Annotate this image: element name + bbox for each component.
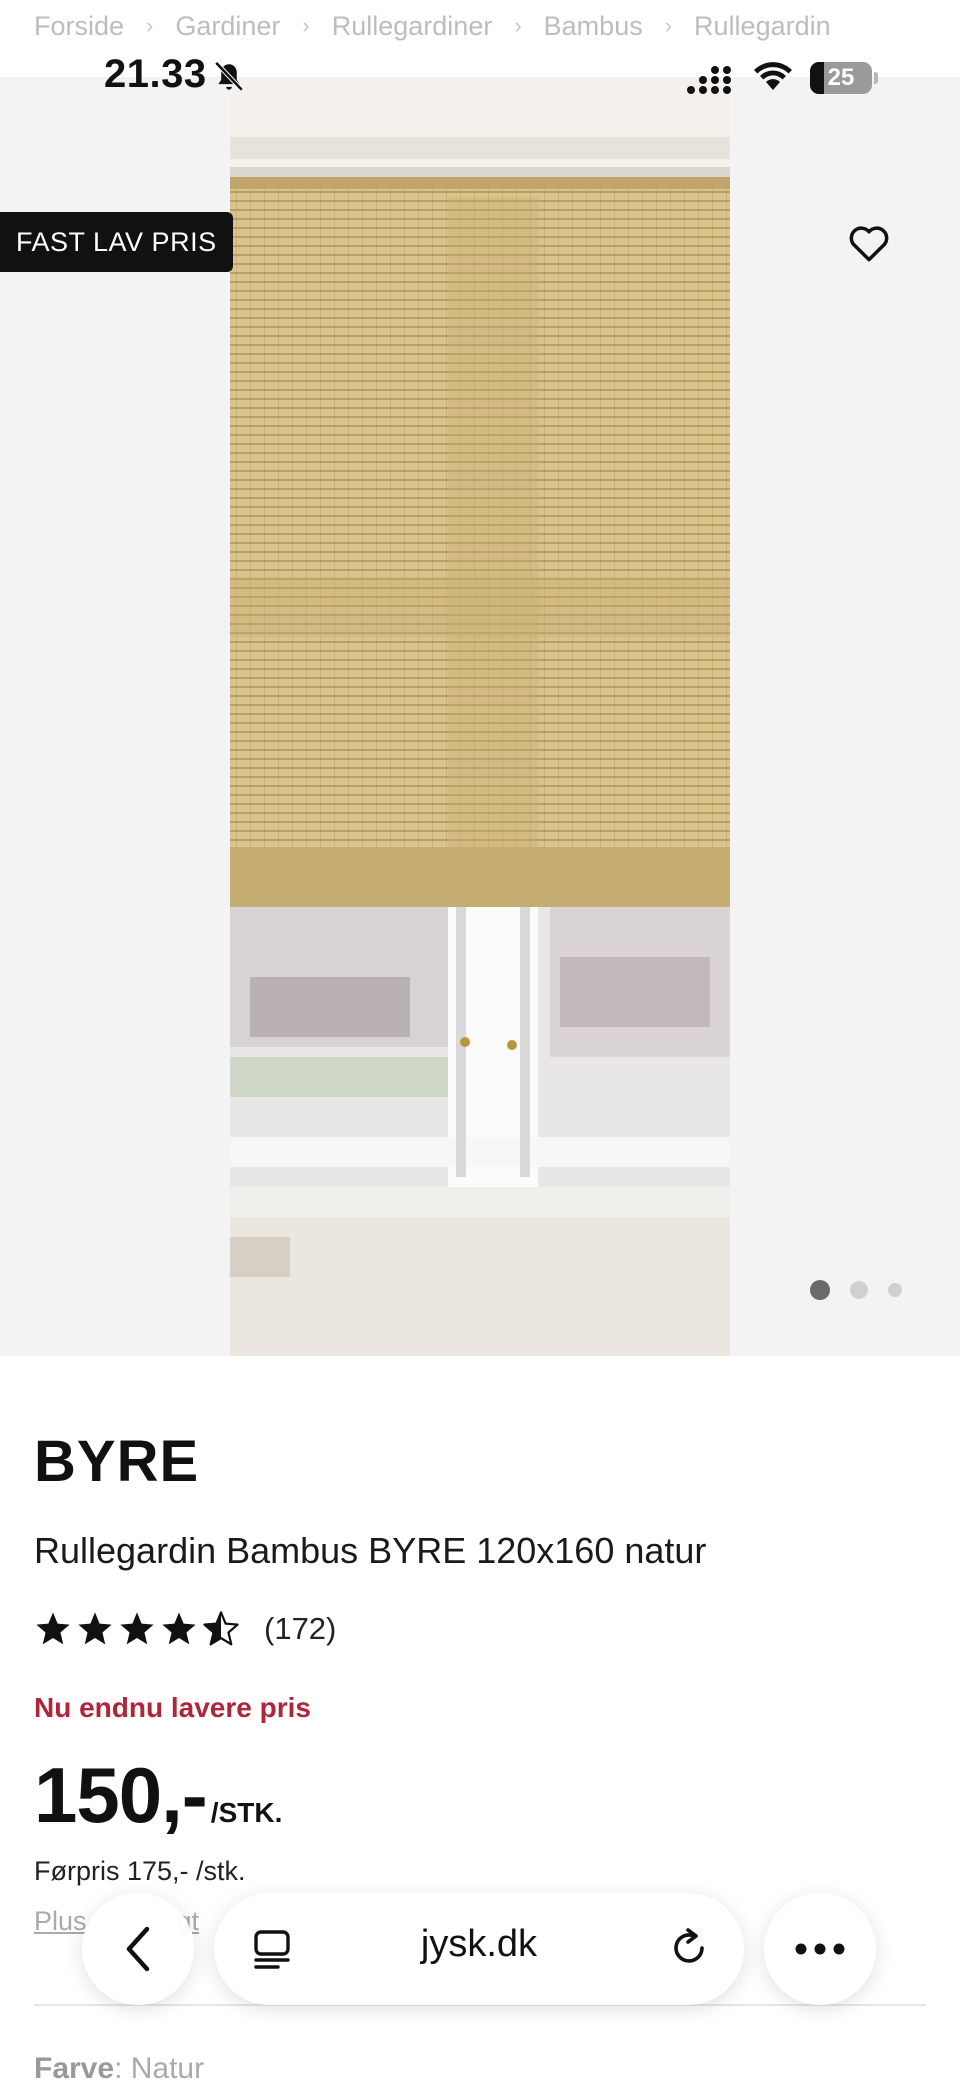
more-button[interactable] bbox=[764, 1893, 876, 2005]
signal-icon bbox=[687, 66, 731, 94]
previous-price: Førpris 175,- /stk. bbox=[34, 1856, 246, 1886]
breadcrumb-item[interactable]: Forside bbox=[34, 11, 124, 42]
breadcrumb-item[interactable]: Rullegardin bbox=[694, 11, 831, 42]
chevron-right-icon: › bbox=[664, 13, 673, 38]
price-badge: FAST LAV PRIS bbox=[0, 212, 233, 272]
address-bar[interactable]: jysk.dk bbox=[214, 1893, 744, 2005]
pagination-dot[interactable] bbox=[888, 1283, 902, 1297]
gallery-pagination bbox=[810, 1280, 902, 1300]
product-gallery[interactable]: FAST LAV PRIS bbox=[0, 77, 960, 1356]
pagination-dot[interactable] bbox=[850, 1281, 868, 1299]
chevron-right-icon: › bbox=[302, 13, 310, 38]
back-icon bbox=[126, 1926, 150, 1972]
product-rating[interactable]: (172) bbox=[34, 1610, 336, 1648]
battery-icon: 25 bbox=[810, 62, 872, 94]
battery-level: 25 bbox=[827, 64, 855, 91]
color-value: : Natur bbox=[114, 2052, 205, 2085]
status-time: 21.33 bbox=[104, 52, 207, 96]
chevron-right-icon: › bbox=[514, 13, 522, 38]
breadcrumb-item[interactable]: Rullegardiner bbox=[332, 11, 493, 42]
price-value: 150,- bbox=[34, 1751, 208, 1839]
breadcrumb-item[interactable]: Gardiner bbox=[175, 11, 280, 42]
product-image[interactable] bbox=[230, 77, 730, 1356]
review-count[interactable]: (172) bbox=[264, 1611, 336, 1647]
url-domain[interactable]: jysk.dk bbox=[214, 1923, 744, 1966]
heart-icon[interactable] bbox=[848, 223, 890, 263]
breadcrumb-item[interactable]: Bambus bbox=[544, 11, 643, 42]
breadcrumb: Forside › Gardiner › Rullegardiner › Bam… bbox=[34, 6, 960, 46]
chevron-right-icon: › bbox=[146, 13, 154, 38]
price-unit: /STK. bbox=[210, 1797, 283, 1828]
back-button[interactable] bbox=[82, 1893, 194, 2005]
price: 150,- /STK. bbox=[34, 1750, 282, 1841]
star-half-icon bbox=[203, 1611, 239, 1646]
more-icon bbox=[795, 1943, 845, 1955]
pagination-dot-active[interactable] bbox=[810, 1280, 830, 1300]
star-icon bbox=[162, 1612, 196, 1645]
wifi-icon bbox=[754, 62, 792, 90]
color-selector[interactable]: Farve: Natur bbox=[34, 2052, 204, 2086]
star-icon bbox=[120, 1612, 154, 1645]
reload-icon[interactable] bbox=[666, 1925, 712, 1971]
color-label: Farve bbox=[34, 2052, 115, 2085]
battery-tip bbox=[874, 72, 878, 84]
product-brand: BYRE bbox=[34, 1429, 200, 1494]
star-icon bbox=[36, 1612, 70, 1645]
product-title: Rullegardin Bambus BYRE 120x160 natur bbox=[34, 1530, 707, 1571]
star-icon bbox=[78, 1612, 112, 1645]
promo-text: Nu endnu lavere pris bbox=[34, 1692, 311, 1723]
bell-off-icon bbox=[214, 61, 244, 92]
rating-stars bbox=[34, 1610, 240, 1648]
plus-link-text[interactable]: Plus bbox=[34, 1906, 87, 1936]
